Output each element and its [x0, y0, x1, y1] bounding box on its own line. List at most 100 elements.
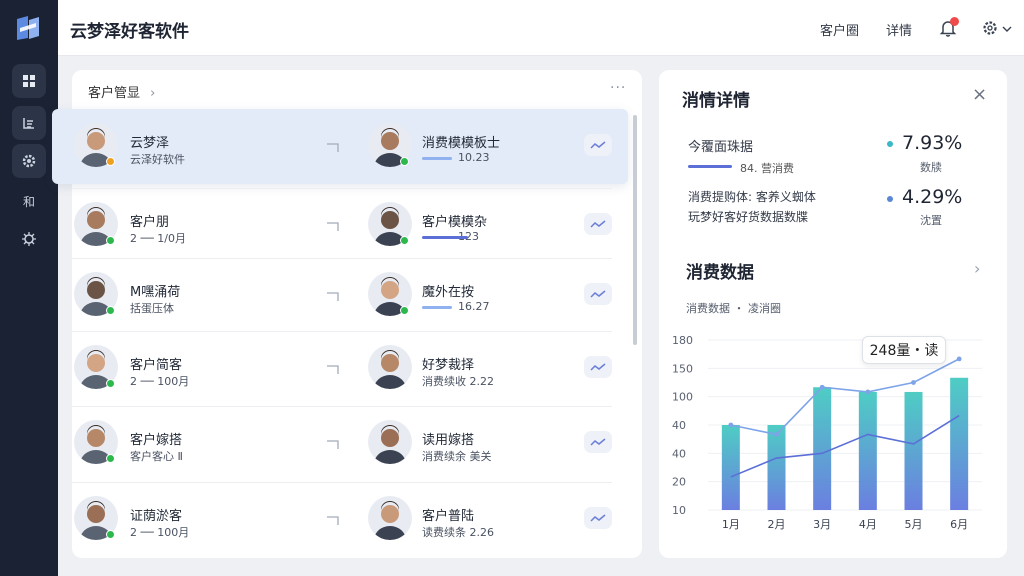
- row-divider: [72, 406, 612, 407]
- avatar: [368, 496, 412, 540]
- customer-name: 客户朋: [130, 215, 170, 230]
- link-icon[interactable]: [326, 288, 342, 301]
- bar-5: [904, 391, 923, 510]
- grid-icon: [23, 75, 35, 87]
- status-indicator: [106, 236, 115, 245]
- scrollbar[interactable]: [633, 115, 637, 345]
- status-indicator: [106, 306, 115, 315]
- link-icon[interactable]: [326, 139, 342, 152]
- y-tick-label: 180: [672, 334, 693, 347]
- series-line-1-point: [956, 356, 962, 362]
- series-line-1-point: [728, 422, 734, 428]
- trend-icon: [590, 363, 606, 371]
- customer-name: 好梦裁择: [422, 358, 475, 373]
- customer-name: 客户模模杂: [422, 215, 488, 230]
- customer-sub: 16.27: [458, 300, 490, 313]
- customer-name: 消费模模板士: [422, 136, 501, 151]
- link-icon[interactable]: [326, 218, 342, 231]
- link-icon[interactable]: [326, 436, 342, 449]
- nav-link-details[interactable]: 详情: [886, 20, 912, 39]
- x-tick-label: 6月: [950, 518, 968, 531]
- stat2-caption: 沈置: [920, 214, 942, 227]
- sidebar-item-settings[interactable]: [12, 144, 46, 178]
- app-title: 云梦泽好客软件: [70, 22, 189, 42]
- stat1-sub: 84. 营消费: [740, 162, 794, 175]
- status-indicator: [106, 454, 115, 463]
- stat1-label: 今覆面珠据: [688, 140, 754, 155]
- progress-bar: [422, 306, 452, 309]
- trend-button[interactable]: [584, 213, 612, 235]
- customer-sub: 2 ── 100月: [130, 526, 190, 539]
- settings-icon[interactable]: [980, 18, 1000, 38]
- y-tick-label: 100: [672, 391, 693, 404]
- row-divider: [72, 482, 612, 483]
- sidebar-item-list[interactable]: [12, 106, 46, 140]
- stat2-dot: [887, 196, 893, 202]
- sidebar-item-debug[interactable]: [12, 222, 46, 256]
- x-tick-label: 4月: [859, 518, 877, 531]
- stat1-caption: 数牍: [920, 161, 942, 174]
- y-tick-label: 10: [672, 504, 686, 517]
- bar-3: [813, 387, 832, 510]
- x-tick-label: 3月: [813, 518, 831, 531]
- customer-name: 客户简客: [130, 358, 183, 373]
- text-icon: 和: [22, 194, 35, 209]
- bar-4: [858, 391, 877, 510]
- more-options-button[interactable]: ···: [610, 80, 626, 96]
- trend-icon: [590, 220, 606, 228]
- link-icon[interactable]: [326, 361, 342, 374]
- y-tick-label: 40: [672, 447, 686, 460]
- trend-button[interactable]: [584, 431, 612, 453]
- status-indicator: [106, 530, 115, 539]
- trend-button[interactable]: [584, 283, 612, 305]
- trend-icon: [590, 141, 606, 149]
- bar-1: [721, 425, 740, 510]
- customer-sub: 2 ── 100月: [130, 375, 190, 388]
- avatar: [368, 345, 412, 389]
- sidebar: 和: [0, 0, 58, 576]
- series-line-1-point: [774, 432, 779, 437]
- progress-bar: [422, 236, 468, 239]
- customer-name: 证荫淤客: [130, 509, 183, 524]
- section-title: 消费数据: [686, 263, 754, 283]
- row-divider: [72, 188, 612, 189]
- sidebar-item-text[interactable]: 和: [12, 184, 46, 218]
- trend-button[interactable]: [584, 134, 612, 156]
- gear-icon: [22, 154, 36, 168]
- close-icon[interactable]: ×: [972, 84, 987, 105]
- trend-icon: [590, 438, 606, 446]
- breadcrumb[interactable]: 客户管显 ›: [88, 82, 155, 101]
- x-tick-label: 2月: [768, 518, 786, 531]
- top-bar: 云梦泽好客软件: [58, 0, 1024, 56]
- stat2-value: 4.29%: [902, 186, 963, 208]
- app-logo-icon: [17, 16, 39, 40]
- trend-icon: [590, 290, 606, 298]
- customer-name: 云梦泽: [130, 136, 170, 151]
- customer-sub: 消费续余 美关: [422, 450, 492, 463]
- trend-button[interactable]: [584, 507, 612, 529]
- customer-name: 客户嫁搭: [130, 433, 183, 448]
- link-icon[interactable]: [326, 512, 342, 525]
- nav-link-customers[interactable]: 客户圈: [820, 20, 859, 39]
- chevron-down-icon[interactable]: [1002, 25, 1012, 33]
- customer-name: 客户普陆: [422, 509, 475, 524]
- trend-button[interactable]: [584, 356, 612, 378]
- customer-name: M嘿涌荷: [130, 285, 181, 300]
- avatar: [368, 420, 412, 464]
- trend-icon: [590, 514, 606, 522]
- customer-sub: 括蛋压体: [130, 302, 174, 315]
- sidebar-item-dashboard[interactable]: [12, 64, 46, 98]
- bar-2: [767, 425, 786, 510]
- y-tick-label: 40: [672, 419, 686, 432]
- y-tick-label: 150: [672, 362, 693, 375]
- y-tick-label: 20: [672, 476, 686, 489]
- customer-sub: 2 ── 1/0月: [130, 232, 186, 245]
- series-line-1-point: [819, 384, 825, 390]
- bar-6: [950, 377, 969, 510]
- chevron-right-icon[interactable]: ›: [974, 259, 980, 278]
- customer-sub: 10.23: [458, 151, 490, 164]
- stat1-bar: [688, 165, 732, 168]
- progress-bar: [422, 157, 452, 160]
- stat2-label: 消费提购体: 客养义蜘体: [688, 190, 816, 204]
- series-line-1-point: [865, 389, 871, 395]
